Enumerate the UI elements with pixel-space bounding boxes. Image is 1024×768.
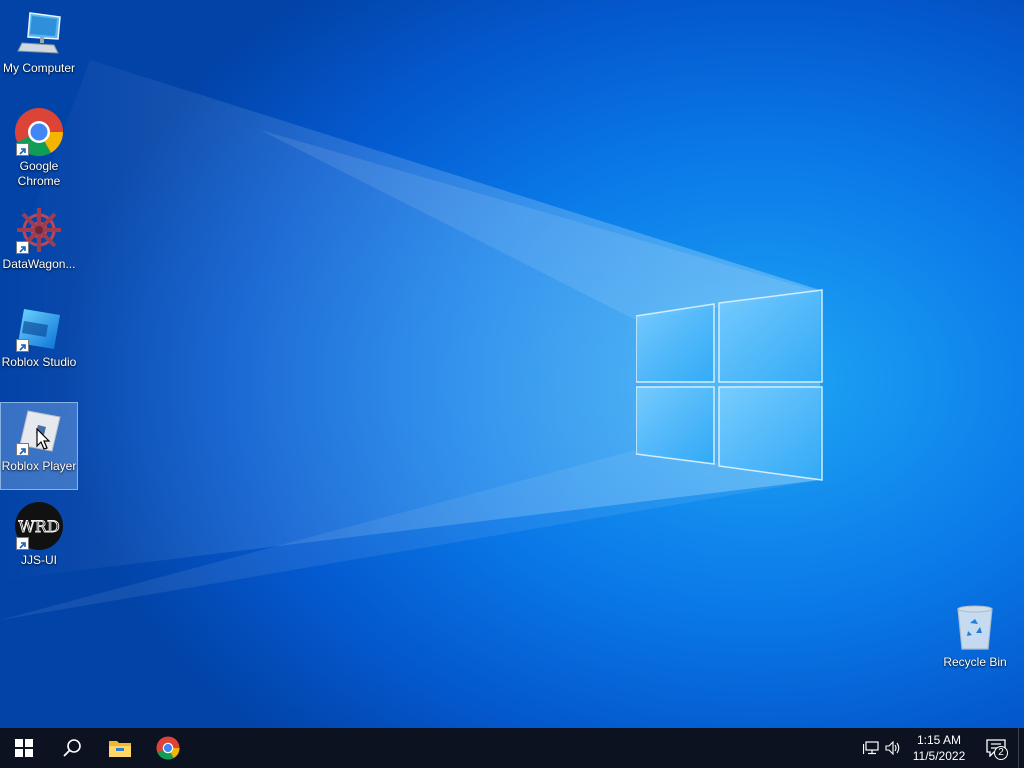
desktop-icon-label: Roblox Player bbox=[1, 459, 77, 473]
windows-logo bbox=[636, 289, 823, 481]
desktop-icon-label: Google Chrome bbox=[17, 159, 61, 188]
desktop-icon-roblox-studio[interactable]: Roblox Studio bbox=[0, 298, 78, 386]
clock-time: 1:15 AM bbox=[916, 733, 962, 747]
taskbar-file-explorer[interactable] bbox=[96, 728, 144, 768]
datawagon-icon bbox=[14, 205, 64, 255]
search-icon bbox=[63, 739, 81, 757]
shortcut-arrow-icon bbox=[16, 241, 29, 254]
shortcut-arrow-icon bbox=[16, 443, 29, 456]
shortcut-arrow-icon bbox=[16, 339, 29, 352]
chrome-icon bbox=[14, 107, 64, 157]
desktop-icon-roblox-player[interactable]: Roblox Player bbox=[0, 402, 78, 490]
clock-date: 11/5/2022 bbox=[912, 749, 966, 763]
desktop-icon-label: My Computer bbox=[2, 61, 76, 75]
tray-network[interactable] bbox=[860, 728, 882, 768]
shortcut-arrow-icon bbox=[16, 537, 29, 550]
desktop-icon-recycle-bin[interactable]: Recycle Bin bbox=[936, 598, 1014, 686]
desktop-icon-jjs-ui[interactable]: WRD JJS-UI bbox=[0, 496, 78, 584]
monitor-icon bbox=[14, 9, 64, 59]
shortcut-arrow-icon bbox=[16, 143, 29, 156]
desktop-icon-google-chrome[interactable]: Google Chrome bbox=[0, 102, 78, 190]
roblox-studio-icon bbox=[14, 303, 64, 353]
taskbar-clock[interactable]: 1:15 AM 11/5/2022 bbox=[904, 728, 974, 768]
search-button[interactable] bbox=[48, 728, 96, 768]
desktop-icon-label: Roblox Studio bbox=[1, 355, 77, 369]
recycle-bin-icon bbox=[950, 603, 1000, 653]
desktop-icon-label: JJS-UI bbox=[21, 553, 57, 567]
desktop-icon-my-computer[interactable]: My Computer bbox=[0, 4, 78, 92]
tray-volume[interactable] bbox=[882, 728, 904, 768]
start-button[interactable] bbox=[0, 728, 48, 768]
jjs-ui-logo-text: WRD bbox=[18, 517, 59, 536]
show-desktop-button[interactable] bbox=[1018, 728, 1024, 768]
speaker-icon bbox=[885, 741, 900, 755]
taskbar: 1:15 AM 11/5/2022 2 bbox=[0, 728, 1024, 768]
action-center-button[interactable]: 2 bbox=[974, 728, 1018, 768]
jjs-ui-icon: WRD bbox=[14, 501, 64, 551]
file-explorer-icon bbox=[109, 741, 131, 757]
chrome-icon bbox=[156, 736, 180, 760]
notification-count-badge: 2 bbox=[994, 746, 1008, 760]
network-icon bbox=[863, 741, 879, 755]
desktop-icon-label: Recycle Bin bbox=[943, 655, 1007, 669]
desktop-icon-label: DataWagon... bbox=[2, 257, 76, 271]
desktop-icon-datawagon[interactable]: DataWagon... bbox=[0, 200, 78, 288]
desktop[interactable]: My Computer Google Chrome DataWagon... R… bbox=[0, 0, 1024, 728]
roblox-player-icon bbox=[14, 407, 64, 457]
start-icon bbox=[15, 739, 33, 757]
taskbar-chrome[interactable] bbox=[144, 728, 192, 768]
wallpaper-light-beam bbox=[0, 60, 820, 620]
